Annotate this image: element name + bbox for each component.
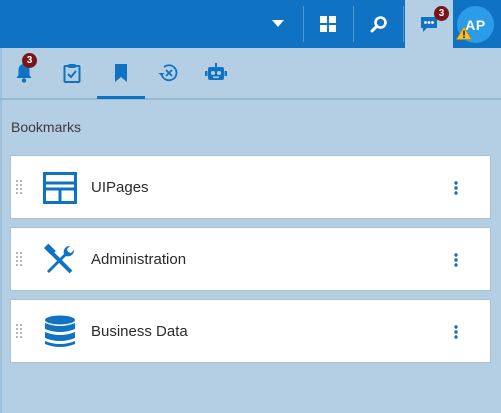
drag-handle-icon[interactable] [16,324,24,340]
kebab-menu-icon [454,253,458,267]
layout-icon [41,169,79,207]
bookmark-label: Administration [91,251,187,268]
tab-tasks[interactable] [48,48,96,98]
kebab-menu-icon [454,181,458,195]
database-icon [41,313,79,351]
tab-bookmarks[interactable] [97,48,145,98]
divider [303,6,304,42]
drag-handle-icon[interactable] [16,252,24,268]
dropdown-button[interactable] [258,0,298,48]
apps-button[interactable] [306,0,350,48]
clipboard-check-icon [63,64,81,83]
tabs-divider [0,98,501,100]
drag-handle-icon[interactable] [16,180,24,196]
caret-down-icon [272,20,284,27]
grid-icon [320,16,336,32]
chat-badge: 3 [434,6,449,21]
bookmark-card-administration[interactable]: Administration [10,227,491,291]
bookmark-card-uipages[interactable]: UIPages [10,155,491,219]
bookmark-icon [115,64,127,82]
tab-history[interactable] [144,48,192,98]
search-icon [370,16,387,33]
divider [353,6,354,42]
panel-tabs [0,48,501,100]
tab-assistant[interactable] [192,48,240,98]
more-options-button[interactable] [447,320,465,344]
divider [403,6,404,42]
section-title: Bookmarks [11,119,82,135]
search-button[interactable] [356,0,402,48]
tools-icon [41,241,79,279]
bookmark-label: Business Data [91,323,188,340]
more-options-button[interactable] [447,248,465,272]
warning-icon [456,26,472,40]
kebab-menu-icon [454,325,458,339]
top-bar: 3 [0,0,501,48]
active-tab-indicator [97,96,145,99]
panel-left-border [0,48,2,413]
bookmark-card-business-data[interactable]: Business Data [10,299,491,363]
history-clear-icon [158,64,178,82]
robot-icon [205,63,227,80]
notifications-badge: 3 [22,53,37,68]
bookmark-label: UIPages [91,179,149,196]
more-options-button[interactable] [447,176,465,200]
